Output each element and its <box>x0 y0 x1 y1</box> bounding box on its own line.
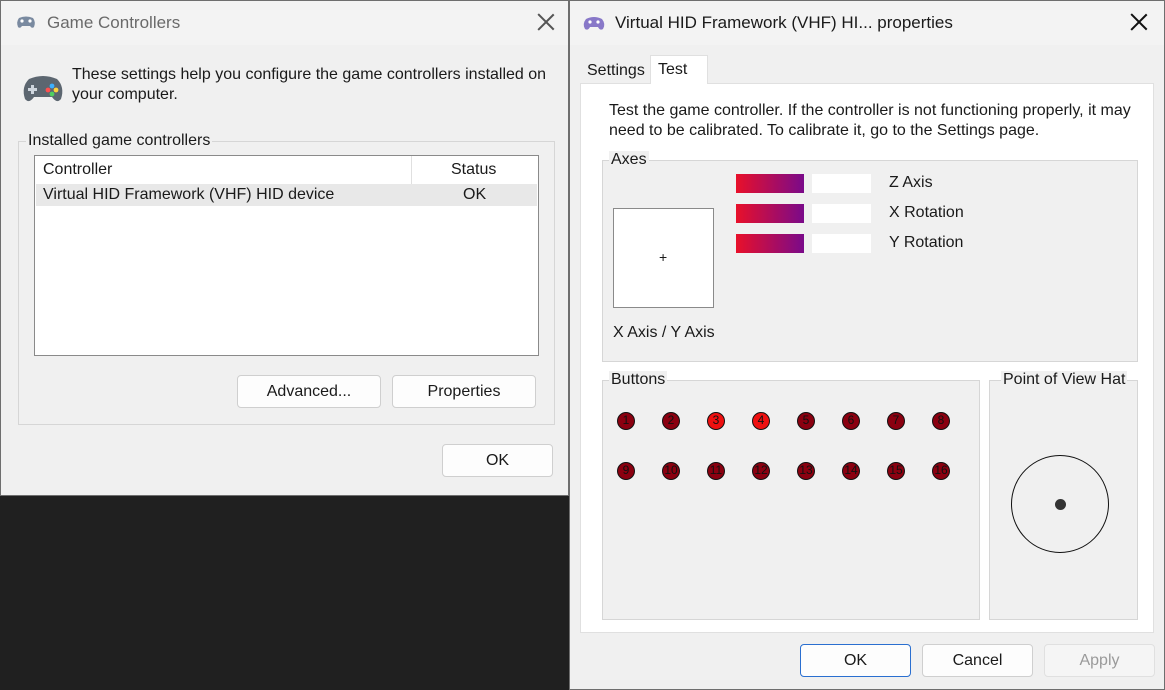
button-indicator-5: 5 <box>797 412 815 430</box>
controller-status: OK <box>463 186 487 203</box>
pov-hat-dot <box>1055 499 1066 510</box>
axis-bar-track <box>812 234 871 253</box>
description-line: need to be calibrated. To calibrate it, … <box>609 122 1040 139</box>
column-controller[interactable]: Controller <box>43 156 112 184</box>
controller-name: Virtual HID Framework (VHF) HID device <box>43 186 335 203</box>
axis-bar-track <box>812 204 871 223</box>
pov-hat-circle <box>1011 455 1109 553</box>
apply-button[interactable]: Apply <box>1044 644 1155 677</box>
test-tab-page: Test the game controller. If the control… <box>580 83 1154 633</box>
window-title: Virtual HID Framework (VHF) HI... proper… <box>615 13 953 32</box>
crosshair: + <box>659 249 668 265</box>
axis-bar-track <box>812 174 871 193</box>
test-description: Test the game controller. If the control… <box>609 101 1131 141</box>
title-bar: Game Controllers <box>1 1 568 45</box>
description-line: Test the game controller. If the control… <box>609 102 1131 119</box>
gamepad-icon <box>582 13 606 38</box>
xy-axis-label: X Axis / Y Axis <box>613 324 715 341</box>
tab-test[interactable]: Test <box>650 55 708 84</box>
buttons-label: Buttons <box>609 371 668 389</box>
properties-button[interactable]: Properties <box>392 375 536 408</box>
window-title: Game Controllers <box>47 13 181 32</box>
column-divider <box>411 156 412 184</box>
axes-label: Axes <box>609 151 649 169</box>
column-status[interactable]: Status <box>451 156 496 184</box>
button-indicator-7: 7 <box>887 412 905 430</box>
gamepad-icon <box>15 13 37 36</box>
button-indicator-3: 3 <box>707 412 725 430</box>
button-indicator-16: 16 <box>932 462 950 480</box>
button-indicator-9: 9 <box>617 462 635 480</box>
button-indicator-6: 6 <box>842 412 860 430</box>
button-indicator-12: 12 <box>752 462 770 480</box>
title-bar: Virtual HID Framework (VHF) HI... proper… <box>570 1 1164 45</box>
list-item[interactable]: Virtual HID Framework (VHF) HID device O… <box>36 184 537 206</box>
axis-bar-label: Y Rotation <box>889 234 964 251</box>
list-header: Controller Status <box>35 156 538 184</box>
info-text: These settings help you configure the ga… <box>72 65 546 105</box>
ok-button[interactable]: OK <box>800 644 911 677</box>
axis-bar <box>736 234 871 253</box>
game-controllers-window: Game Controllers These settings help you… <box>0 0 569 496</box>
axis-bar-label: Z Axis <box>889 174 933 191</box>
axis-bar <box>736 174 871 193</box>
button-indicator-8: 8 <box>932 412 950 430</box>
button-indicator-4: 4 <box>752 412 770 430</box>
button-indicator-13: 13 <box>797 462 815 480</box>
properties-window: Virtual HID Framework (VHF) HI... proper… <box>569 0 1165 690</box>
axis-bar <box>736 204 871 223</box>
buttons-group <box>602 380 980 620</box>
group-label: Installed game controllers <box>26 132 213 150</box>
pov-label: Point of View Hat <box>1001 371 1128 389</box>
info-text-line: These settings help you configure the ga… <box>72 66 547 83</box>
info-text-line: your computer. <box>72 86 178 103</box>
button-indicator-2: 2 <box>662 412 680 430</box>
button-indicator-11: 11 <box>707 462 725 480</box>
cancel-button[interactable]: Cancel <box>922 644 1033 677</box>
controllers-list[interactable]: Controller Status Virtual HID Framework … <box>34 155 539 356</box>
advanced-button[interactable]: Advanced... <box>237 375 381 408</box>
button-indicator-10: 10 <box>662 462 680 480</box>
ok-button[interactable]: OK <box>442 444 553 477</box>
button-indicator-1: 1 <box>617 412 635 430</box>
close-icon[interactable] <box>535 11 557 33</box>
axis-bar-label: X Rotation <box>889 204 964 221</box>
close-icon[interactable] <box>1128 11 1150 33</box>
axis-bar-fill <box>736 234 804 253</box>
button-indicator-15: 15 <box>887 462 905 480</box>
button-indicator-14: 14 <box>842 462 860 480</box>
controller-icon <box>21 71 65 110</box>
xy-axis-box: + <box>613 208 714 308</box>
axis-bar-fill <box>736 204 804 223</box>
axis-bar-fill <box>736 174 804 193</box>
tab-settings[interactable]: Settings <box>582 58 650 84</box>
